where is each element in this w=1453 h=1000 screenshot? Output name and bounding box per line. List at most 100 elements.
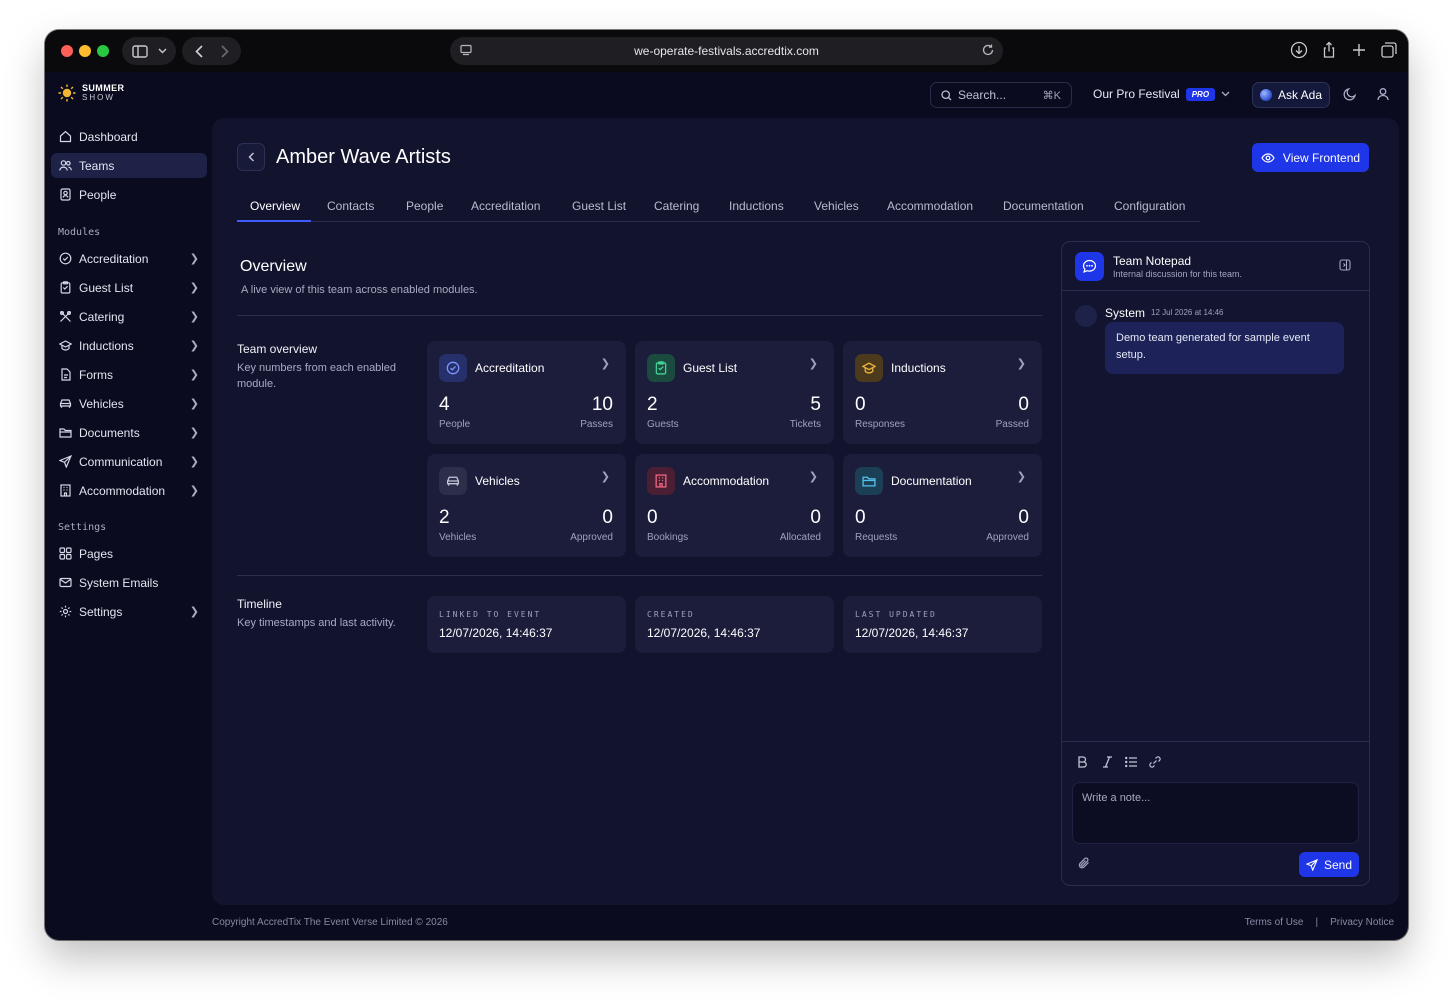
card-secondary-value: 0 (1018, 394, 1029, 415)
sidebar-item-guest-list[interactable]: Guest List ❯ (51, 275, 207, 300)
message-author: System (1105, 306, 1146, 320)
share-icon[interactable] (1320, 41, 1338, 59)
festival-switcher[interactable]: Our Pro Festival PRO (1093, 87, 1230, 101)
app-logo[interactable]: SUMMER SHOW (58, 84, 124, 102)
reload-icon[interactable] (981, 43, 995, 57)
sidebar-item-label: Documents (79, 425, 140, 440)
minimize-window-button[interactable] (79, 45, 91, 57)
tab-contacts[interactable]: Contacts (327, 199, 374, 213)
tab-guest-list[interactable]: Guest List (572, 199, 626, 213)
sidebar-item-teams[interactable]: Teams (51, 153, 207, 178)
notepad-composer: Write a note... Send (1062, 741, 1369, 885)
back-arrow-icon[interactable] (194, 44, 203, 58)
tab-inductions[interactable]: Inductions (729, 199, 784, 213)
card-title: Vehicles (475, 474, 520, 488)
sidebar-toggle-button[interactable] (122, 37, 176, 65)
module-card-vehicles[interactable]: Vehicles ❯ 2 0 Vehicles Approved (427, 454, 626, 557)
chevron-right-icon: ❯ (600, 471, 610, 483)
timeline-card-linked: LINKED TO EVENT 12/07/2026, 14:46:37 (427, 596, 626, 653)
terms-link[interactable]: Terms of Use (1245, 917, 1304, 928)
close-window-button[interactable] (61, 45, 73, 57)
sidebar-item-catering[interactable]: Catering ❯ (51, 304, 207, 329)
tab-overview-icon[interactable] (1380, 41, 1398, 59)
view-frontend-button[interactable]: View Frontend (1252, 143, 1369, 172)
car-icon (59, 399, 72, 408)
sidebar-item-label: Inductions (79, 338, 134, 353)
chevron-right-icon: ❯ (600, 358, 610, 370)
sidebar-item-accreditation[interactable]: Accreditation ❯ (51, 246, 207, 271)
italic-icon[interactable] (1102, 756, 1113, 768)
chevron-right-icon: ❯ (189, 340, 199, 352)
sidebar-item-system-emails[interactable]: System Emails (51, 570, 207, 595)
list-icon[interactable] (1125, 756, 1137, 768)
card-secondary-value: 10 (591, 394, 613, 415)
card-secondary-value: 0 (1018, 507, 1029, 528)
footer-links: Terms of Use | Privacy Notice (1245, 917, 1394, 928)
tab-documentation[interactable]: Documentation (1003, 199, 1084, 213)
card-primary-value: 4 (439, 394, 450, 415)
tab-vehicles[interactable]: Vehicles (814, 199, 859, 213)
tab-people[interactable]: People (406, 199, 443, 213)
chevron-right-icon: ❯ (808, 358, 818, 370)
module-card-documentation[interactable]: Documentation ❯ 0 0 Requests Approved (843, 454, 1042, 557)
tab-overview[interactable]: Overview (250, 199, 300, 213)
send-button[interactable]: Send (1299, 852, 1359, 877)
timeline-value: 12/07/2026, 14:46:37 (855, 626, 969, 640)
sidebar-item-forms[interactable]: Forms ❯ (51, 362, 207, 387)
ask-ada-label: Ask Ada (1277, 88, 1323, 102)
sidebar-item-people[interactable]: People (51, 182, 207, 207)
address-bar[interactable]: we-operate-festivals.accredtix.com (450, 37, 1003, 65)
active-tab-indicator (237, 220, 311, 222)
module-card-accommodation[interactable]: Accommodation ❯ 0 0 Bookings Allocated (635, 454, 834, 557)
sidebar-item-documents[interactable]: Documents ❯ (51, 420, 207, 445)
notepad-subtitle: Internal discussion for this team. (1113, 269, 1243, 279)
notepad-header: Team Notepad Internal discussion for thi… (1062, 242, 1369, 291)
sidebar-item-accommodation[interactable]: Accommodation ❯ (51, 478, 207, 503)
card-primary-label: Requests (855, 532, 898, 543)
pro-badge: PRO (1185, 87, 1216, 101)
sidebar-item-inductions[interactable]: Inductions ❯ (51, 333, 207, 358)
card-secondary-label: Approved (570, 532, 613, 543)
tab-configuration[interactable]: Configuration (1114, 199, 1185, 213)
module-card-inductions[interactable]: Inductions ❯ 0 0 Responses Passed (843, 341, 1042, 444)
card-secondary-label: Passes (580, 419, 613, 430)
maximize-window-button[interactable] (97, 45, 109, 57)
download-icon[interactable] (1290, 41, 1308, 59)
badge-check-icon (59, 252, 72, 265)
sidebar-item-pages[interactable]: Pages (51, 541, 207, 566)
sidebar-item-communication[interactable]: Communication ❯ (51, 449, 207, 474)
chevron-left-icon (248, 152, 254, 162)
new-tab-icon[interactable] (1350, 41, 1368, 59)
user-icon[interactable] (1376, 87, 1390, 101)
tab-catering[interactable]: Catering (654, 199, 699, 213)
privacy-link[interactable]: Privacy Notice (1330, 917, 1394, 928)
search-input[interactable]: Search... ⌘K (930, 82, 1072, 108)
moon-icon[interactable] (1343, 87, 1357, 101)
sidebar-item-settings[interactable]: Settings ❯ (51, 599, 207, 624)
note-input[interactable]: Write a note... (1072, 782, 1359, 844)
tab-accommodation[interactable]: Accommodation (887, 199, 973, 213)
chevron-right-icon: ❯ (189, 427, 199, 439)
panel-collapse-icon[interactable] (1339, 259, 1351, 271)
module-card-guest-list[interactable]: Guest List ❯ 2 5 Guests Tickets (635, 341, 834, 444)
clipboard-icon (60, 281, 71, 294)
timeline-heading: Timeline (237, 597, 282, 611)
gear-icon (59, 605, 72, 618)
site-settings-icon[interactable] (460, 44, 472, 56)
sidebar-item-dashboard[interactable]: Dashboard (51, 124, 207, 149)
card-title: Inductions (891, 361, 946, 375)
paperclip-icon[interactable] (1078, 857, 1090, 869)
sidebar-item-label: Accreditation (79, 251, 149, 266)
link-icon[interactable] (1149, 756, 1161, 768)
bold-icon[interactable] (1077, 756, 1088, 768)
back-button[interactable] (237, 143, 265, 171)
sidebar-item-vehicles[interactable]: Vehicles ❯ (51, 391, 207, 416)
browser-window: we-operate-festivals.accredtix.com SUMME… (45, 30, 1408, 940)
module-card-accreditation[interactable]: Accreditation ❯ 4 10 People Passes (427, 341, 626, 444)
card-primary-value: 0 (647, 507, 658, 528)
send-icon (59, 455, 72, 468)
tab-accreditation[interactable]: Accreditation (471, 199, 540, 213)
forward-arrow-icon[interactable] (220, 44, 229, 58)
ask-ada-button[interactable]: Ask Ada (1252, 82, 1330, 108)
card-primary-label: People (439, 419, 471, 430)
